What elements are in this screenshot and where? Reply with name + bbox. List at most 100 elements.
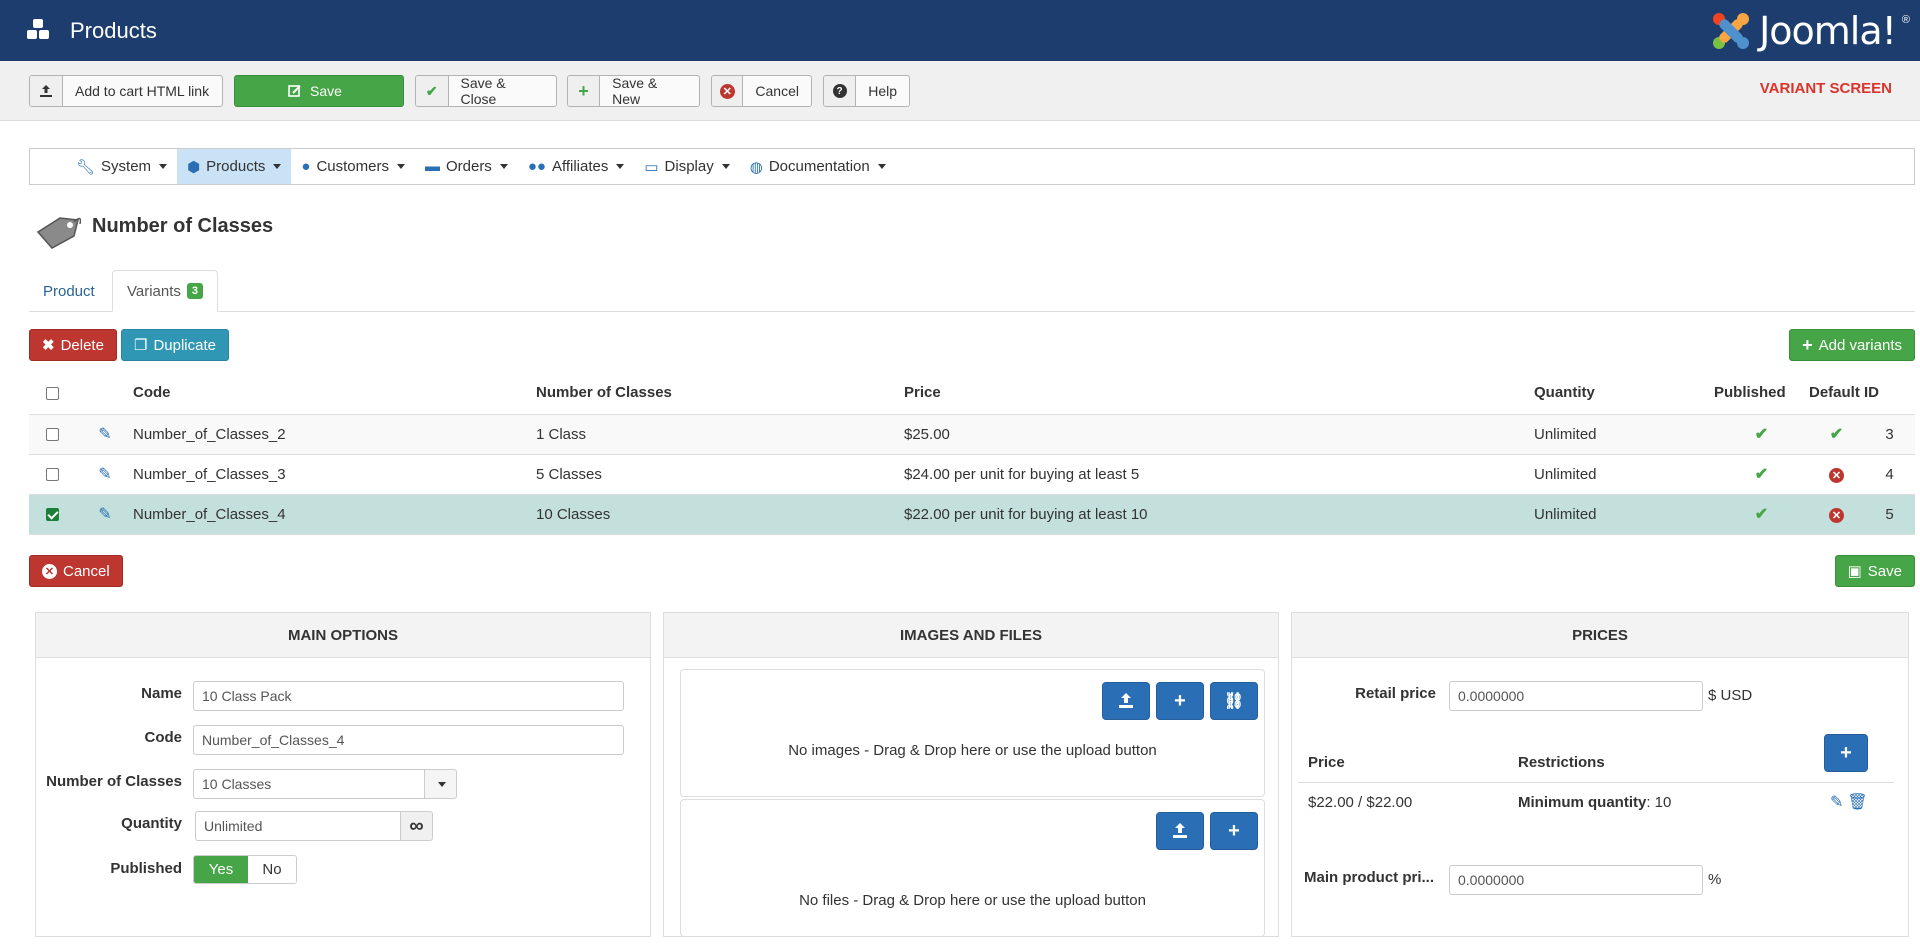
published-label: Published [110, 860, 182, 877]
published-yes-button[interactable]: Yes [194, 856, 248, 883]
menu-products[interactable]: ⬢ Products [177, 149, 292, 184]
main-product-price-label: Main product pri... [1304, 869, 1434, 886]
menu-documentation[interactable]: ◍ Documentation [740, 149, 896, 184]
column-id[interactable]: ID [1864, 372, 1915, 415]
delete-button[interactable]: ✖ Delete [29, 329, 117, 361]
plus-icon: + [1802, 334, 1813, 355]
link-image-button[interactable]: ⛓ [1210, 682, 1258, 720]
pencil-icon[interactable]: ✎ [98, 466, 111, 483]
save-variant-button[interactable]: ▣ Save [1834, 555, 1915, 587]
menu-system-label: System [101, 158, 152, 175]
chevron-down-icon [877, 164, 886, 169]
code-input[interactable]: Number_of_Classes_4 [193, 725, 624, 755]
add-variants-label: Add variants [1818, 336, 1902, 354]
cancel-label: Cancel [755, 83, 799, 99]
joomla-logo-icon [1713, 13, 1750, 49]
name-input[interactable]: 10 Class Pack [193, 681, 624, 711]
retail-price-input[interactable]: 0.0000000 [1449, 681, 1703, 711]
edit-icon [288, 76, 302, 106]
row-checkbox[interactable] [46, 508, 59, 522]
column-price[interactable]: Price [904, 372, 1534, 415]
monitor-icon: ▭ [644, 158, 659, 176]
tab-product-label: Product [43, 282, 95, 300]
row-checkbox[interactable] [46, 468, 59, 482]
delete-label: Delete [60, 336, 104, 354]
duplicate-label: Duplicate [153, 336, 216, 354]
main-product-price-input[interactable]: 0.0000000 [1449, 865, 1703, 895]
trash-icon[interactable]: 🗑︎ [1847, 792, 1867, 812]
add-image-button[interactable]: + [1156, 682, 1204, 720]
save-new-button[interactable]: + Save & New [567, 75, 700, 107]
add-file-button[interactable]: + [1210, 812, 1258, 850]
menu-affiliates[interactable]: ●● Affiliates [518, 149, 635, 184]
upload-image-button[interactable] [1102, 682, 1150, 720]
cubes-icon [27, 19, 49, 39]
help-label: Help [868, 83, 897, 99]
default-check-icon[interactable]: ✔ [1830, 426, 1843, 443]
table-header-row: Code Number of Classes Price Quantity Pu… [29, 372, 1915, 415]
published-check-icon[interactable]: ✔ [1755, 506, 1768, 523]
tab-product[interactable]: Product [29, 270, 109, 312]
save-close-button[interactable]: ✔ Save & Close [415, 75, 557, 107]
column-code[interactable]: Code [133, 372, 536, 415]
table-row[interactable]: ✎ Number_of_Classes_2 1 Class $25.00 Unl… [29, 414, 1915, 455]
row-checkbox[interactable] [46, 428, 59, 442]
published-check-icon[interactable]: ✔ [1755, 466, 1768, 483]
images-dropzone[interactable]: + ⛓ No images - Drag & Drop here or use … [680, 669, 1265, 797]
not-default-icon[interactable]: ✕ [1829, 507, 1844, 523]
infinity-icon[interactable]: ∞ [400, 811, 433, 841]
not-default-icon[interactable]: ✕ [1829, 467, 1844, 483]
select-dropdown-toggle[interactable] [424, 769, 457, 799]
table-row[interactable]: ✎ Number_of_Classes_3 5 Classes $24.00 p… [29, 454, 1915, 495]
main-options-heading: MAIN OPTIONS [36, 613, 650, 658]
menu-system[interactable]: 🔧︎ System [66, 149, 177, 184]
column-published[interactable]: Published [1714, 372, 1809, 415]
duplicate-button[interactable]: ❐ Duplicate [121, 329, 229, 361]
pencil-icon[interactable]: ✎ [1830, 792, 1843, 812]
menu-customers-label: Customers [316, 158, 389, 175]
menu-customers[interactable]: ● Customers [291, 149, 415, 184]
cell-code: Number_of_Classes_3 [133, 454, 536, 495]
add-price-button[interactable]: + [1824, 734, 1868, 772]
column-number-of-classes[interactable]: Number of Classes [536, 372, 904, 415]
tab-variants[interactable]: Variants 3 [112, 270, 219, 312]
column-quantity[interactable]: Quantity [1534, 372, 1714, 415]
published-check-icon[interactable]: ✔ [1755, 426, 1768, 443]
cell-number-of-classes: 10 Classes [536, 494, 904, 535]
table-row[interactable]: ✎ Number_of_Classes_4 10 Classes $22.00 … [29, 494, 1915, 535]
published-toggle: Yes No [193, 855, 297, 884]
cell-id: 3 [1864, 414, 1915, 455]
restriction-name: Minimum quantity [1518, 794, 1647, 811]
currency-label: $ USD [1708, 687, 1753, 704]
menu-display[interactable]: ▭ Display [634, 149, 739, 184]
help-button[interactable]: ? Help [823, 75, 910, 107]
number-of-classes-select[interactable]: 10 Classes [193, 769, 425, 799]
save-button[interactable]: Save [234, 75, 404, 107]
cancel-toolbar-button[interactable]: ✕ Cancel [711, 75, 812, 107]
copy-icon: ❐ [134, 337, 148, 354]
save-variant-label: Save [1867, 562, 1902, 580]
cell-quantity: Unlimited [1534, 494, 1714, 535]
quantity-label: Quantity [121, 815, 182, 832]
user-icon: ● [301, 158, 311, 175]
published-no-button[interactable]: No [248, 856, 296, 883]
cancel-circle-icon: ✕ [42, 563, 57, 579]
save-label: Save [310, 83, 342, 99]
plus-icon: + [568, 76, 601, 106]
cancel-variant-button[interactable]: ✕ Cancel [29, 555, 123, 587]
number-of-classes-label: Number of Classes [46, 773, 182, 790]
add-variants-button[interactable]: + Add variants [1789, 329, 1915, 361]
files-dropzone[interactable]: + No files - Drag & Drop here or use the… [680, 799, 1265, 937]
pencil-icon[interactable]: ✎ [98, 506, 111, 523]
upload-icon [1173, 823, 1187, 838]
pencil-icon[interactable]: ✎ [98, 426, 111, 443]
no-images-message: No images - Drag & Drop here or use the … [788, 742, 1157, 759]
add-to-cart-label: Add to cart HTML link [75, 83, 210, 99]
close-icon: ✖ [42, 337, 55, 354]
add-to-cart-html-link-button[interactable]: Add to cart HTML link [29, 75, 223, 107]
select-all-checkbox[interactable] [46, 386, 59, 400]
upload-file-button[interactable] [1156, 812, 1204, 850]
menu-orders[interactable]: ▬ Orders [415, 149, 518, 184]
column-default[interactable]: Default [1809, 372, 1864, 415]
quantity-input[interactable]: Unlimited [195, 811, 401, 841]
